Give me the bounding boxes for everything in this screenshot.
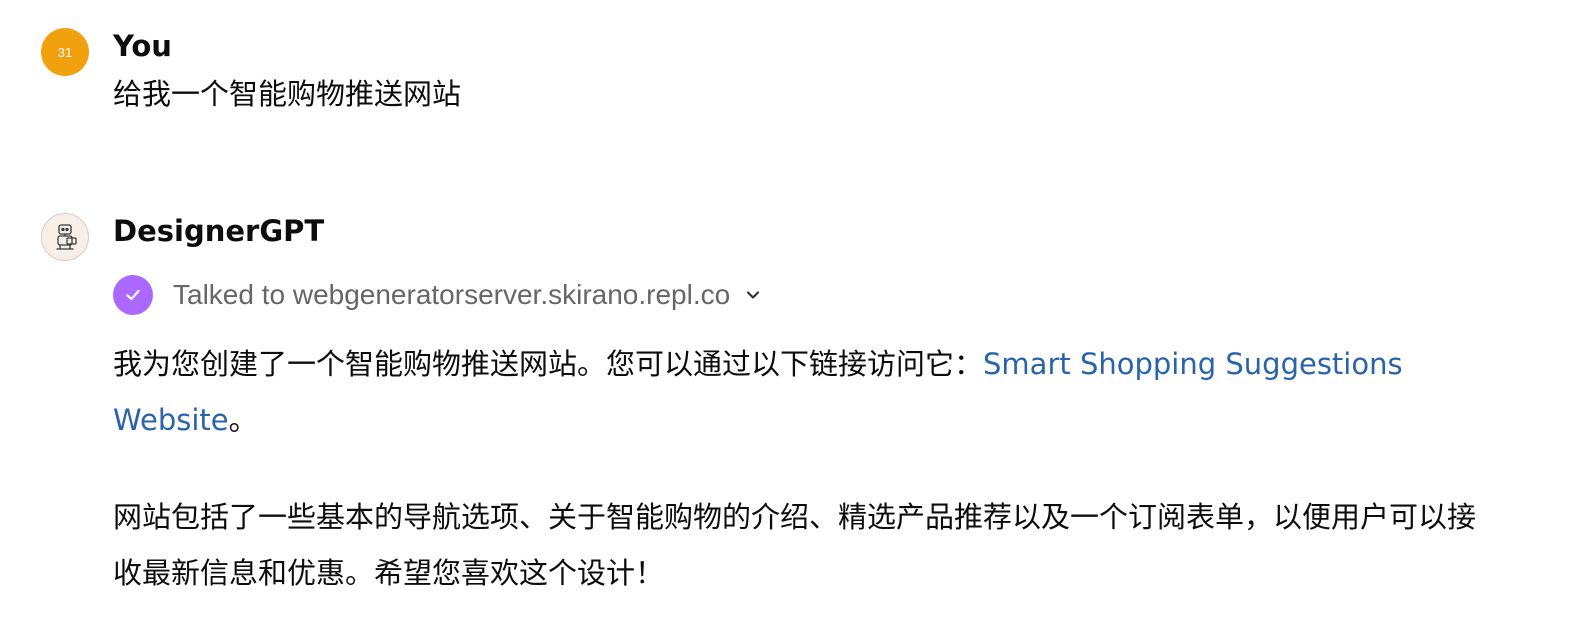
user-avatar: 31: [41, 28, 89, 76]
designer-robot-icon: [56, 224, 77, 250]
tool-status-badge: [113, 275, 153, 315]
assistant-avatar: [41, 213, 89, 261]
chevron-down-icon[interactable]: [744, 286, 762, 304]
tool-call-toggle[interactable]: Talked to webgenerator­server.skirano.re…: [113, 275, 762, 315]
paragraph-1-text: 我为您创建了一个智能购物推送网站。您可以通过以下链接访问它：: [113, 347, 984, 381]
user-message-text: 给我一个智能购物推送网站: [113, 77, 462, 111]
assistant-paragraph-2: 网站包括了一些基本的导航选项、关于智能购物的介绍、精选产品推荐以及一个订阅表单，…: [113, 500, 1477, 590]
assistant-author-name: DesignerGPT: [113, 214, 325, 248]
paragraph-1-end: 。: [228, 403, 258, 437]
tool-call-label: Talked to webgenerator­server.skirano.re…: [173, 279, 731, 310]
user-author-name: You: [113, 29, 172, 63]
user-avatar-text: 31: [57, 44, 73, 60]
check-icon: [126, 289, 140, 301]
assistant-paragraph-1: 我为您创建了一个智能购物推送网站。您可以通过以下链接访问它：Smart Shop…: [113, 336, 1493, 448]
